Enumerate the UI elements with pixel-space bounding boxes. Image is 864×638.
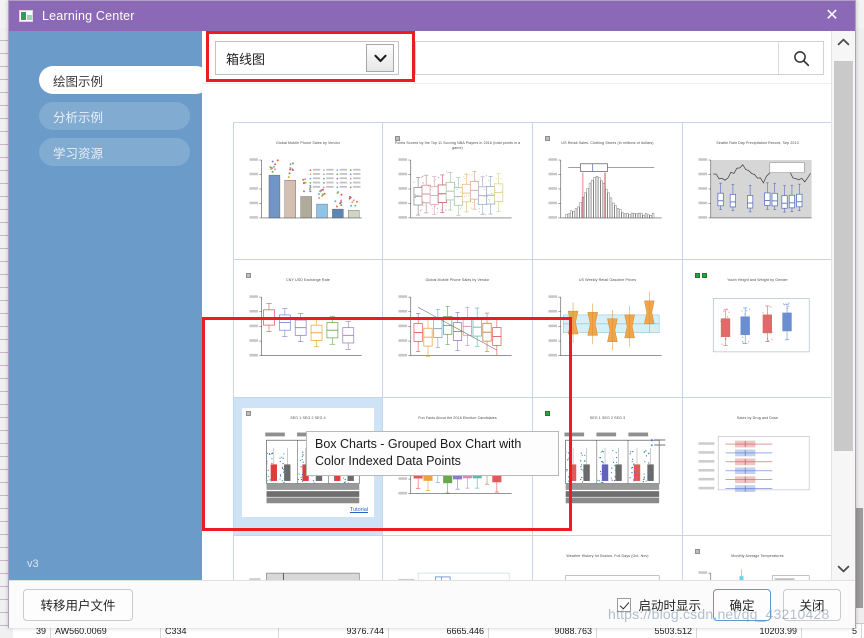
search-box[interactable] (415, 41, 824, 75)
thumbnail-cell[interactable] (383, 536, 533, 580)
thumbnail-card[interactable] (391, 546, 524, 580)
thumbnail-title: Youth Height and Weight by Gender (727, 278, 788, 282)
thumbnail-preview (696, 155, 819, 233)
thumbnail-tooltip: Box Charts - Grouped Box Chart with Colo… (306, 431, 559, 476)
thumbnail-card[interactable]: US Retail Sales: Clothing Stores (in mil… (541, 133, 674, 241)
thumbnail-preview (247, 568, 369, 580)
close-icon[interactable]: ✕ (809, 1, 855, 31)
thumbnail-cell[interactable]: Monthly Average Temperatures (683, 536, 832, 580)
thumbnail-card[interactable]: SEG 1 SEG 2 SEG 3 (541, 408, 674, 517)
thumbnail-cell[interactable] (233, 536, 383, 580)
thumbnail-preview (247, 292, 369, 371)
thumbnail-preview (396, 292, 519, 371)
category-dropdown-value: 箱线图 (226, 51, 266, 67)
content-area: 箱线图 Global Mobile Phone Sales by Vendor … (202, 31, 855, 580)
thumbnail-card[interactable]: Seattle Rain Day Precipitation Record, S… (691, 133, 824, 241)
thumbnail-card[interactable]: Youth Height and Weight by Gender (691, 270, 824, 379)
thumbnail-preview (396, 155, 519, 233)
thumbnail-preview (247, 155, 369, 233)
thumbnail-preview (696, 292, 819, 371)
thumbnail-cell[interactable]: CNY USD Exchange Rate (233, 260, 383, 398)
dialog-body: 绘图示例 分析示例 学习资源 v3 箱线图 Global Mobile Phon… (9, 31, 855, 580)
thumbnail-card[interactable]: Weather History for Boston, Full Days (O… (541, 546, 674, 580)
thumbnail-cell[interactable]: Global Mobile Phone Sales by Vendor (233, 122, 383, 260)
thumbnail-preview (546, 568, 669, 580)
thumbnail-title: SEG 1 SEG 2 SEG 4 (290, 416, 326, 420)
watermark: https://blog.csdn.net/qq_43210428 (608, 606, 830, 622)
sidebar-item-label: 绘图示例 (53, 74, 104, 89)
thumbnail-card[interactable]: US Weekly Retail Gasoline Prices (541, 270, 674, 379)
thumbnail-title: Weather History for Boston, Full Days (O… (566, 554, 649, 558)
thumbnail-title: CNY USD Exchange Rate (286, 278, 330, 282)
search-icon[interactable] (778, 42, 823, 74)
thumbnail-cell[interactable]: Weather History for Boston, Full Days (O… (533, 536, 683, 580)
thumbnail-cell[interactable]: US Retail Sales: Clothing Stores (in mil… (533, 122, 683, 260)
version-label: v3 (27, 558, 39, 570)
thumbnail-preview (546, 430, 669, 509)
scroll-up-icon[interactable] (832, 31, 855, 53)
thumbnail-card[interactable]: CNY USD Exchange Rate (242, 270, 374, 379)
content-scrollbar-thumb[interactable] (834, 61, 853, 451)
thumbnail-badge-icon (395, 136, 400, 141)
sidebar-item-analysis-samples[interactable]: 分析示例 (39, 102, 190, 130)
thumbnail-card[interactable]: Global Mobile Phone Sales by Vendor (391, 270, 524, 379)
thumbnail-badge-icon (695, 549, 700, 554)
thumbnail-title: Monthly Average Temperatures (731, 554, 784, 558)
thumbnail-title: Global Mobile Phone Sales by Vendor (275, 141, 341, 145)
search-input[interactable] (416, 42, 778, 74)
toolbar: 箱线图 (202, 31, 832, 83)
thumbnail-title: Global Mobile Phone Sales by Vendor (425, 278, 490, 282)
thumbnail-card[interactable]: Points Scored by the Top 11 Scoring NBA … (391, 133, 524, 241)
thumbnail-cell[interactable]: Sales by Drug and Dose (683, 398, 832, 536)
thumbnail-badge-icon (695, 273, 700, 278)
thumbnail-cell[interactable]: Youth Height and Weight by Gender (683, 260, 832, 398)
thumbnail-badge-icon (246, 273, 251, 278)
scroll-down-icon[interactable] (832, 558, 855, 580)
thumbnail-cell[interactable]: US Weekly Retail Gasoline Prices (533, 260, 683, 398)
thumbnail-preview (546, 155, 669, 233)
transfer-user-files-button[interactable]: 转移用户文件 (23, 588, 133, 621)
thumbnail-card[interactable]: Monthly Average Temperatures (691, 546, 824, 580)
app-icon (19, 10, 33, 22)
thumbnail-title: Sales by Drug and Dose (736, 416, 779, 420)
thumbnail-card[interactable]: Global Mobile Phone Sales by Vendor (242, 133, 374, 241)
thumbnail-title: Seattle Rain Day Precipitation Record, S… (716, 141, 799, 145)
thumbnail-preview (696, 430, 819, 509)
thumbnail-badge-icon (545, 136, 550, 141)
title-bar: Learning Center ✕ (9, 1, 855, 31)
sidebar-item-plot-samples[interactable]: 绘图示例 (39, 66, 210, 94)
thumbnail-title: SEG 1 SEG 2 SEG 3 (589, 416, 626, 420)
window-title: Learning Center (42, 9, 135, 23)
thumbnail-grid: Global Mobile Phone Sales by Vendor Point… (233, 122, 832, 580)
thumbnail-preview (546, 292, 669, 371)
thumbnail-cell[interactable]: Points Scored by the Top 11 Scoring NBA … (383, 122, 533, 260)
thumbnail-badge-icon (702, 273, 707, 278)
thumbnail-grid-viewport: Global Mobile Phone Sales by Vendor Point… (202, 83, 832, 580)
thumbnail-badge-icon (246, 411, 251, 416)
thumbnail-title: Points Scored by the Top 11 Scoring NBA … (394, 141, 521, 151)
thumbnail-cell[interactable]: Global Mobile Phone Sales by Vendor (383, 260, 533, 398)
thumbnail-preview (396, 568, 519, 580)
chevron-down-icon[interactable] (366, 44, 394, 72)
sidebar: 绘图示例 分析示例 学习资源 v3 (9, 31, 210, 580)
sidebar-item-label: 学习资源 (53, 146, 104, 161)
thumbnail-title: US Retail Sales: Clothing Stores (in mil… (561, 141, 654, 145)
category-dropdown[interactable]: 箱线图 (215, 41, 399, 75)
thumbnail-badge-icon (545, 411, 550, 416)
tutorial-link[interactable]: Tutorial (350, 507, 368, 513)
content-vertical-scrollbar[interactable] (831, 31, 855, 580)
thumbnail-title: US Weekly Retail Gasoline Prices (578, 278, 637, 282)
thumbnail-card[interactable]: Sales by Drug and Dose (691, 408, 824, 517)
sidebar-item-learning-resources[interactable]: 学习资源 (39, 138, 190, 166)
thumbnail-cell[interactable]: Seattle Rain Day Precipitation Record, S… (683, 122, 832, 260)
learning-center-dialog: Learning Center ✕ 绘图示例 分析示例 学习资源 v3 箱线图 … (8, 0, 856, 628)
thumbnail-card[interactable] (242, 546, 374, 580)
thumbnail-preview (696, 568, 819, 580)
thumbnail-title: Fun Facts About the 2016 Election Candid… (418, 416, 497, 420)
sidebar-item-label: 分析示例 (53, 110, 104, 125)
